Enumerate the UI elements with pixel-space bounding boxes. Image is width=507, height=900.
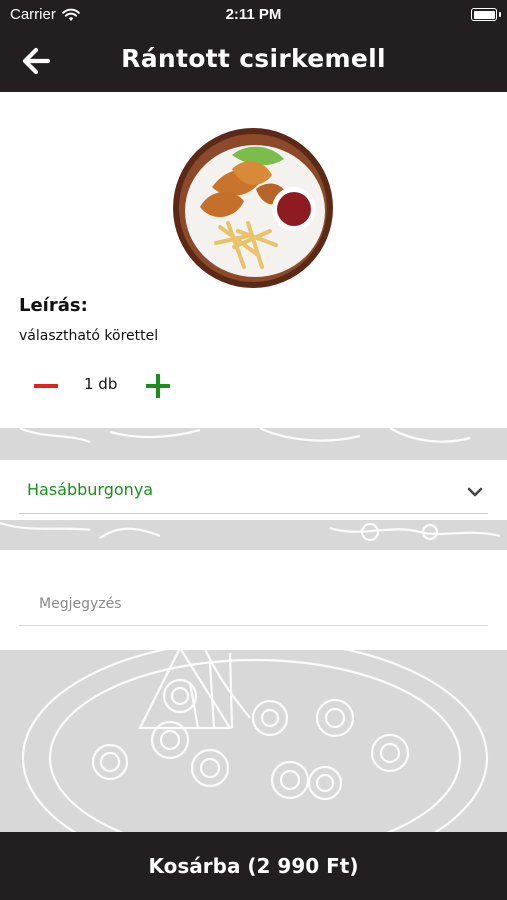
battery-icon xyxy=(471,8,501,21)
add-to-cart-button[interactable]: Kosárba (2 990 Ft) xyxy=(0,832,507,900)
product-info-card: Leírás: választható körettel 1 db xyxy=(0,92,507,428)
status-bar: Carrier 2:11 PM xyxy=(0,0,507,30)
product-image xyxy=(173,128,333,288)
navigation-bar: Rántott csirkemell xyxy=(0,30,507,92)
arrow-left-icon xyxy=(22,47,51,75)
clock: 2:11 PM xyxy=(225,6,282,23)
note-input[interactable] xyxy=(19,582,488,626)
side-dish-selected-value: Hasábburgonya xyxy=(27,480,154,499)
side-dish-card: Hasábburgonya xyxy=(0,460,507,520)
note-card xyxy=(0,550,507,650)
minus-button[interactable] xyxy=(32,372,60,400)
plus-button[interactable] xyxy=(144,372,172,400)
quantity-value: 1 db xyxy=(84,375,118,393)
quantity-stepper: 1 db xyxy=(30,370,190,400)
description-text: választható körettel xyxy=(19,328,159,344)
back-button[interactable] xyxy=(18,44,58,78)
description-heading: Leírás: xyxy=(19,295,88,316)
side-dish-select[interactable]: Hasábburgonya xyxy=(19,470,488,514)
page-title: Rántott csirkemell xyxy=(121,44,386,73)
chevron-down-icon xyxy=(467,487,483,497)
